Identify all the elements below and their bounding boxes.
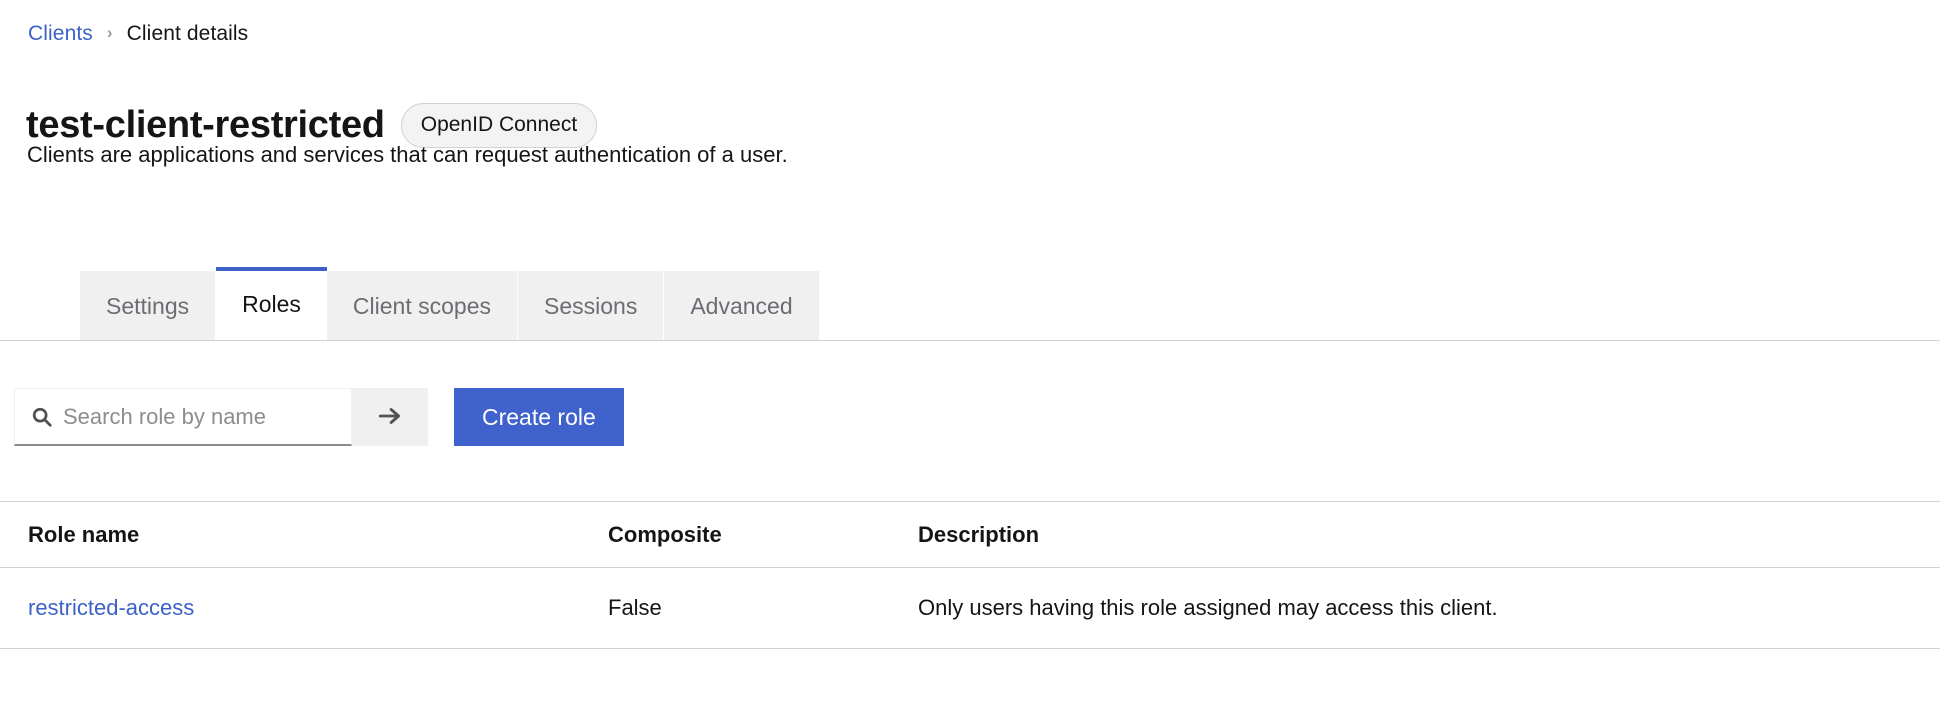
tab-advanced[interactable]: Advanced <box>664 271 819 341</box>
tab-advanced-label: Advanced <box>690 293 793 319</box>
client-tabs: Settings Roles Client scopes Sessions Ad… <box>80 267 819 341</box>
create-role-button[interactable]: Create role <box>454 388 624 446</box>
client-details-page: Clients › Client details test-client-res… <box>0 0 1940 710</box>
tab-settings[interactable]: Settings <box>80 271 217 341</box>
tab-roles[interactable]: Roles <box>216 267 327 341</box>
column-header-description: Description <box>918 521 1040 547</box>
tabs-divider <box>0 340 1940 341</box>
tab-client-scopes[interactable]: Client scopes <box>326 271 518 341</box>
role-link-restricted-access[interactable]: restricted-access <box>28 595 194 620</box>
tab-sessions[interactable]: Sessions <box>518 271 665 341</box>
search-submit-button[interactable] <box>352 388 428 446</box>
breadcrumb-link-clients[interactable]: Clients <box>28 20 93 48</box>
search-group <box>14 388 428 446</box>
breadcrumb: Clients › Client details <box>28 20 248 48</box>
table-header-row: Role name Composite Description <box>0 502 1940 568</box>
cell-composite: False <box>608 595 662 620</box>
cell-description: Only users having this role assigned may… <box>918 595 1498 620</box>
table-row: restricted-access False Only users havin… <box>0 568 1940 649</box>
column-header-role-name: Role name <box>28 521 140 547</box>
roles-toolbar: Create role <box>14 388 624 446</box>
search-icon <box>31 406 53 428</box>
roles-table: Role name Composite Description restrict… <box>0 502 1940 649</box>
tab-client-scopes-label: Client scopes <box>352 293 491 319</box>
tab-settings-label: Settings <box>106 293 190 319</box>
column-header-composite: Composite <box>608 521 722 547</box>
arrow-right-icon <box>377 403 403 432</box>
search-field[interactable] <box>14 388 352 446</box>
tab-sessions-label: Sessions <box>544 293 638 319</box>
search-input[interactable] <box>63 403 351 430</box>
breadcrumb-current: Client details <box>126 22 249 45</box>
page-subtitle: Clients are applications and services th… <box>27 142 788 167</box>
tab-roles-label: Roles <box>242 291 301 317</box>
cell-role-name: restricted-access <box>0 595 608 621</box>
breadcrumb-separator-icon: › <box>106 23 113 42</box>
